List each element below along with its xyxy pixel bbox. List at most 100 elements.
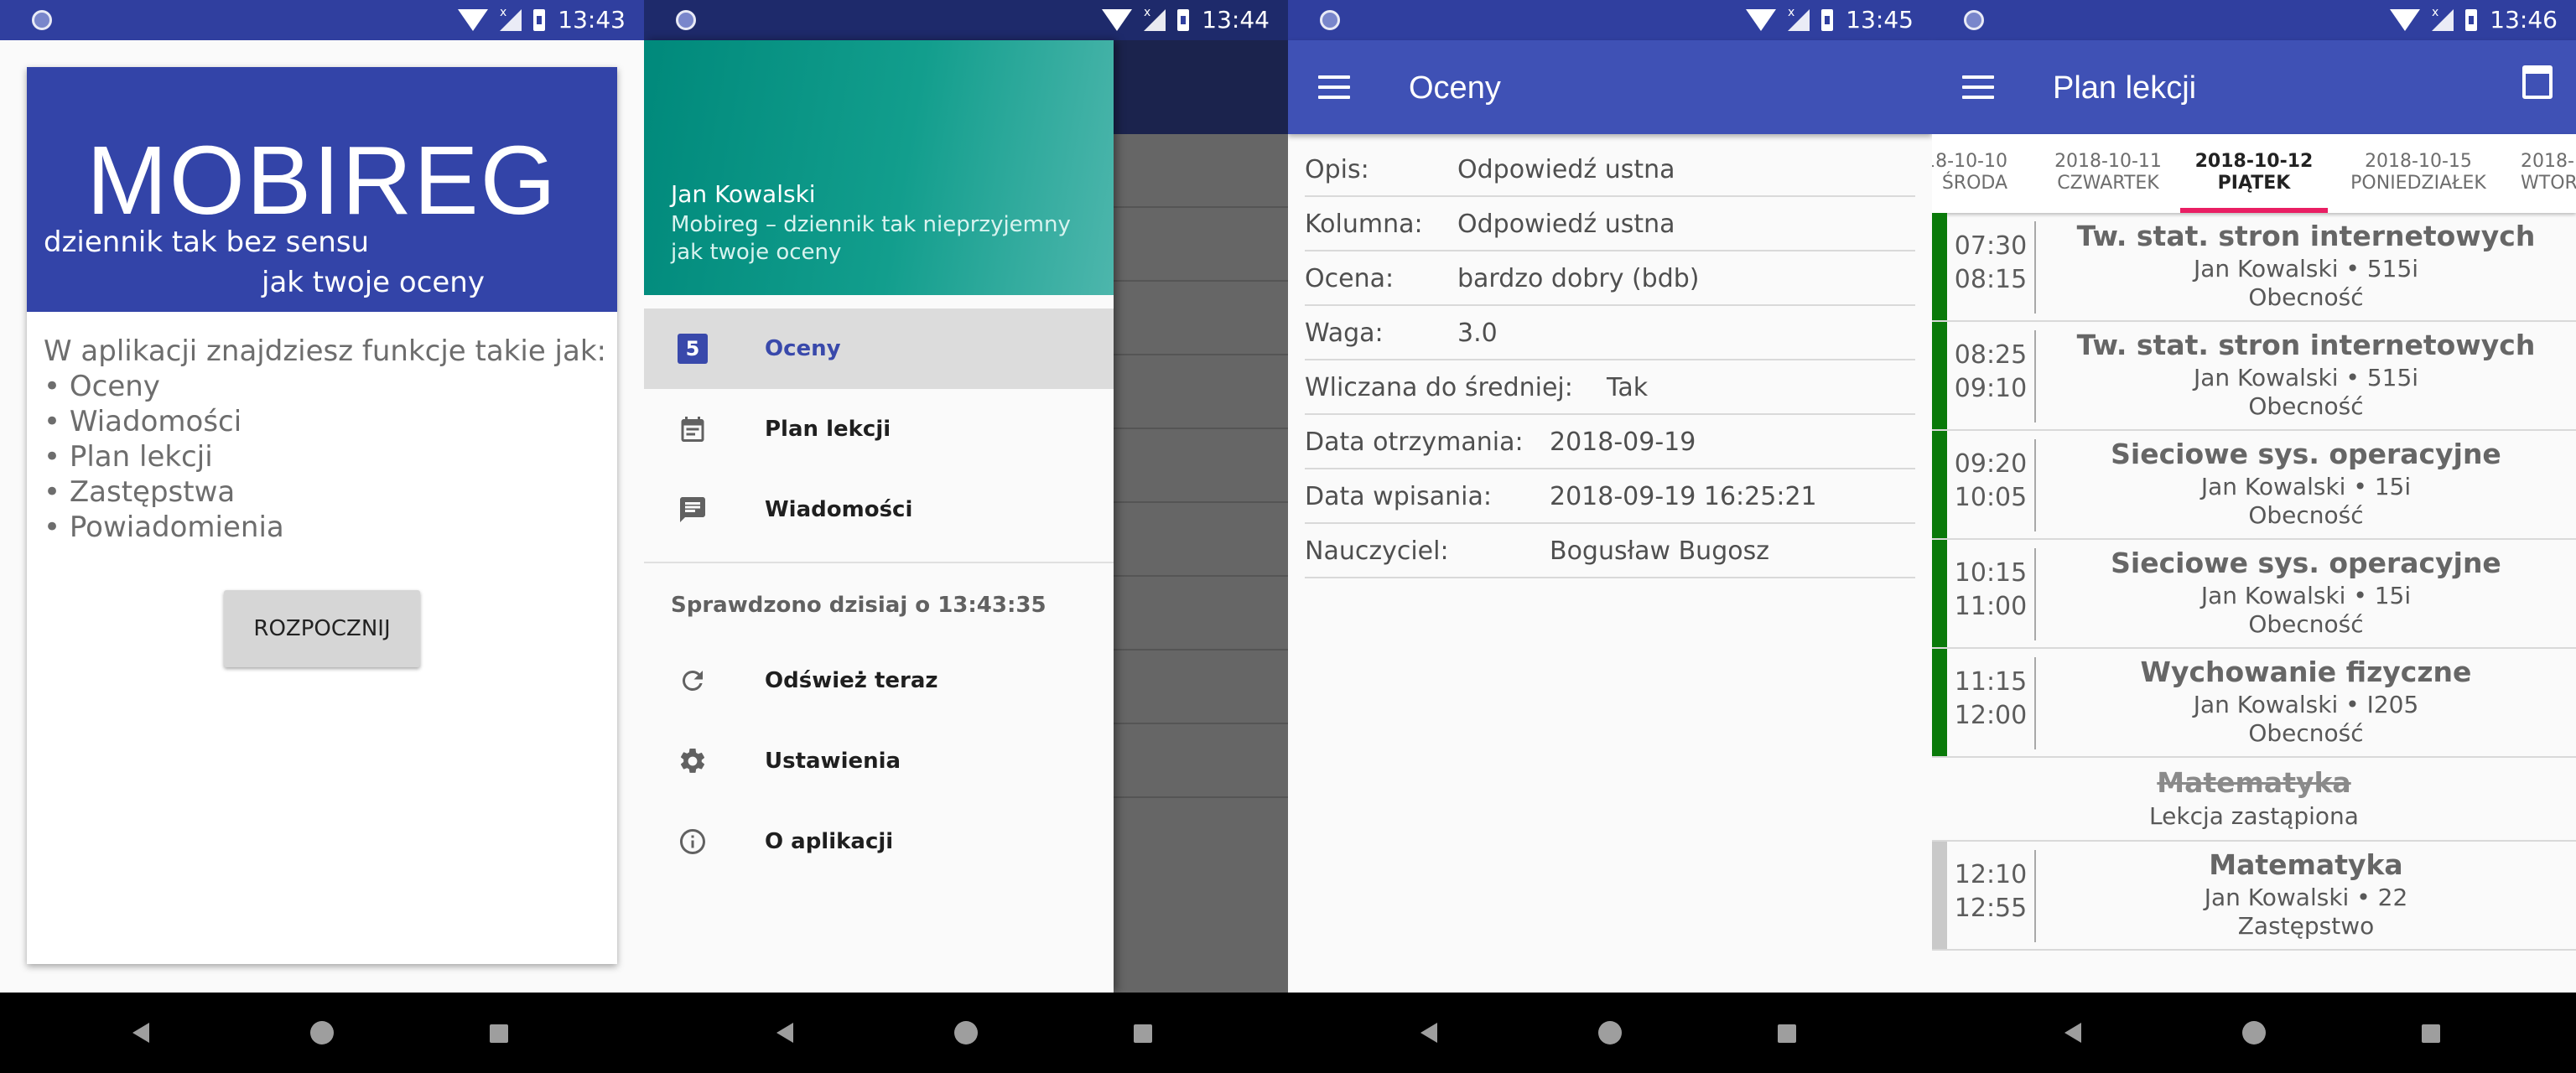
lesson-row[interactable]: 10:15 11:00 Sieciowe sys. operacyjne Jan K…: [1932, 540, 2576, 649]
grade-details: Opis: Odpowiedź ustna Kolumna: Odpowiedź u…: [1305, 143, 1915, 578]
lesson-status: Obecność: [2248, 501, 2364, 529]
drawer-header: Jan Kowalski Mobireg – dziennik tak niep…: [644, 40, 1114, 295]
back-icon[interactable]: [1420, 1023, 1437, 1043]
drawer-item-schedule[interactable]: Plan lekcji: [644, 389, 1114, 469]
lesson-status: Obecność: [2248, 719, 2364, 747]
lesson-start: 09:20: [1954, 449, 2028, 479]
detail-key: Waga:: [1305, 319, 1384, 348]
back-icon[interactable]: [776, 1023, 793, 1043]
user-name: Jan Kowalski: [671, 180, 816, 208]
date-tabs: 2018-10-10ŚRODA 2018-10-11CZWARTEK 2018-…: [1932, 134, 2576, 213]
lesson-status: Obecność: [2248, 610, 2364, 638]
detail-row: Nauczyciel: Bogusław Bugosz: [1305, 524, 1915, 578]
battery-icon: [1821, 9, 1833, 31]
tab-date[interactable]: 2018-10-15 PONIEDZIAŁEK: [2336, 151, 2501, 194]
tab-date[interactable]: 2018-10-10ŚRODA: [1932, 151, 2007, 194]
back-icon[interactable]: [132, 1023, 149, 1043]
status-bar: 13:45: [1288, 0, 1932, 40]
drawer-item-label: Oceny: [765, 336, 841, 361]
last-checked-text: Sprawdzono dzisiaj o 13:43:35: [671, 593, 1046, 618]
tab-date[interactable]: 2018-10-16WTOREK: [2521, 151, 2576, 194]
recents-icon[interactable]: [1134, 1024, 1152, 1043]
cancelled-lesson[interactable]: Matematyka Lekcja zastąpiona: [1932, 758, 2576, 842]
wifi-icon: [1102, 9, 1132, 31]
lesson-subject: Matematyka: [2209, 848, 2403, 881]
lesson-row[interactable]: 09:20 10:05 Sieciowe sys. operacyjne Jan K…: [1932, 431, 2576, 540]
recents-icon[interactable]: [2422, 1024, 2440, 1043]
status-bar: 13:44: [644, 0, 1288, 40]
message-icon: [678, 495, 708, 525]
home-icon[interactable]: [1598, 1021, 1622, 1044]
info-icon: [678, 827, 708, 857]
detail-row: Kolumna: Odpowiedź ustna: [1305, 197, 1915, 251]
calendar-icon: [678, 414, 708, 444]
detail-value: bardzo dobry (bdb): [1457, 264, 1700, 293]
attendance-bar: [1932, 540, 1947, 647]
welcome-card: MOBIREG dziennik tak bez sensu jak twoje…: [27, 67, 617, 964]
status-time: 13:44: [1202, 6, 1270, 34]
drawer-divider: [644, 562, 1114, 563]
drawer-item-refresh[interactable]: Odśwież teraz: [644, 640, 1114, 721]
hero-banner: MOBIREG dziennik tak bez sensu jak twoje…: [27, 67, 617, 312]
lesson-end: 09:10: [1954, 374, 2028, 403]
last-checked: Sprawdzono dzisiaj o 13:43:35: [644, 572, 1114, 640]
start-button[interactable]: ROZPOCZNIJ: [224, 590, 420, 667]
battery-icon: [2465, 9, 2477, 31]
status-time: 13:46: [2490, 6, 2558, 34]
drawer-item-label: Ustawienia: [765, 749, 901, 774]
recents-icon[interactable]: [490, 1024, 508, 1043]
substitution-row[interactable]: 12:10 12:55 Matematyka Jan Kowalski • 22 Za…: [1932, 842, 2576, 951]
grade-five-icon: 5: [678, 334, 708, 364]
feature-item: • Zastępstwa: [44, 475, 236, 509]
lesson-meta: Jan Kowalski • 15i: [2200, 582, 2412, 609]
detail-value: Bogusław Bugosz: [1550, 536, 1769, 566]
notification-dot-icon: [1964, 10, 1984, 30]
lesson-status: Zastępstwo: [2237, 912, 2375, 940]
menu-icon[interactable]: [1962, 75, 1994, 99]
detail-row: Ocena: bardzo dobry (bdb): [1305, 251, 1915, 306]
detail-key: Opis:: [1305, 155, 1369, 184]
calendar-picker-icon[interactable]: [2522, 65, 2553, 99]
detail-key: Kolumna:: [1305, 210, 1423, 239]
feature-item: • Plan lekcji: [44, 440, 213, 474]
detail-value: 2018-09-19: [1550, 428, 1696, 457]
lesson-row[interactable]: 07:30 08:15 Tw. stat. stron internetowych…: [1932, 213, 2576, 322]
drawer-item-grades[interactable]: 5 Oceny: [644, 308, 1114, 389]
feature-list: • Oceny • Wiadomości • Plan lekcji • Zas…: [44, 369, 284, 545]
feature-item: • Powiadomienia: [44, 511, 284, 544]
drawer-item-label: Odśwież teraz: [765, 668, 938, 693]
nav-bar: [644, 993, 1288, 1073]
lesson-meta: Jan Kowalski • 22: [2204, 884, 2408, 911]
menu-icon[interactable]: [1318, 75, 1350, 99]
lesson-list: 07:30 08:15 Tw. stat. stron internetowych…: [1932, 213, 2576, 951]
lesson-meta: Jan Kowalski • 15i: [2200, 473, 2412, 500]
lesson-start: 11:15: [1954, 667, 2028, 697]
home-icon[interactable]: [2242, 1021, 2266, 1044]
drawer-item-settings[interactable]: Ustawienia: [644, 721, 1114, 801]
recents-icon[interactable]: [1778, 1024, 1796, 1043]
lesson-subject: Tw. stat. stron internetowych: [2076, 329, 2536, 361]
home-icon[interactable]: [310, 1021, 334, 1044]
attendance-bar: [1932, 213, 1947, 320]
detail-key: Nauczyciel:: [1305, 536, 1449, 566]
home-icon[interactable]: [954, 1021, 978, 1044]
nav-bar: [1288, 993, 1932, 1073]
tab-date[interactable]: 2018-10-11 CZWARTEK: [2026, 151, 2190, 194]
lesson-row[interactable]: 11:15 12:00 Wychowanie fizyczne Jan Kowals…: [1932, 649, 2576, 758]
lesson-subject: Tw. stat. stron internetowych: [2076, 220, 2536, 252]
app-bar: Oceny: [1288, 40, 1932, 134]
detail-row: Wliczana do średniej: Tak: [1305, 360, 1915, 415]
page-title: Plan lekcji: [2053, 70, 2197, 106]
drawer-item-label: O aplikacji: [765, 829, 894, 854]
lesson-subject: Sieciowe sys. operacyjne: [2111, 438, 2501, 470]
feature-item: • Oceny: [44, 370, 160, 403]
tab-date-active[interactable]: 2018-10-12 PIĄTEK: [2172, 151, 2336, 194]
drawer-item-about[interactable]: O aplikacji: [644, 801, 1114, 882]
detail-value: Tak: [1607, 373, 1649, 402]
lesson-row[interactable]: 08:25 09:10 Tw. stat. stron internetowych…: [1932, 322, 2576, 431]
battery-icon: [1177, 9, 1189, 31]
detail-key: Ocena:: [1305, 264, 1394, 293]
back-icon[interactable]: [2064, 1023, 2081, 1043]
drawer-item-messages[interactable]: Wiadomości: [644, 469, 1114, 550]
signal-icon: [2432, 6, 2454, 31]
